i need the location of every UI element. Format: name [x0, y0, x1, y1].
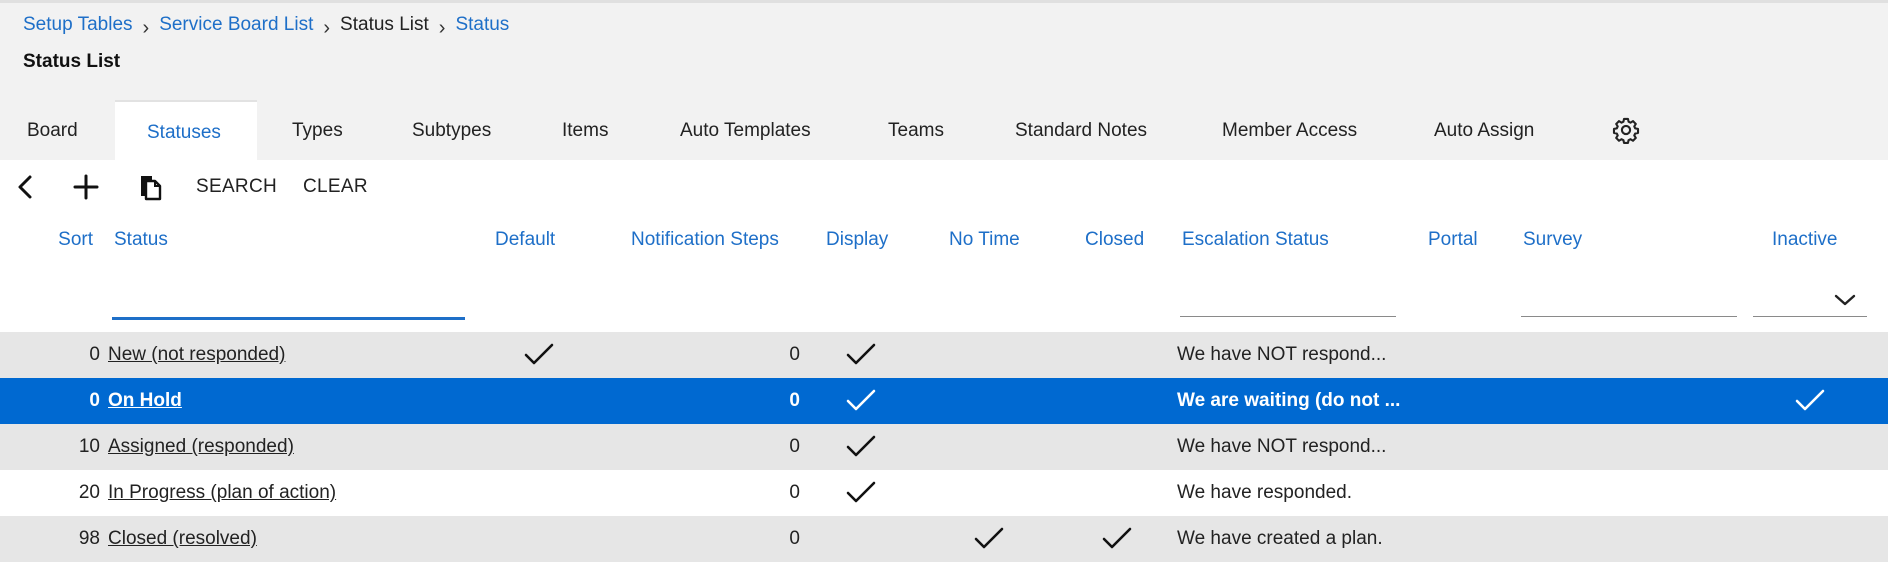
- inactive-filter-select[interactable]: [1753, 283, 1867, 317]
- escalation-status-value: We have responded.: [1177, 482, 1352, 503]
- tab-board[interactable]: Board: [27, 120, 78, 142]
- tab-statuses-label: Statuses: [147, 122, 221, 143]
- toolbar: [0, 160, 1888, 212]
- breadcrumb-status-list: Status List: [340, 13, 429, 35]
- column-header-sort[interactable]: Sort: [36, 229, 93, 251]
- checkmark-icon: [846, 481, 876, 503]
- gear-icon[interactable]: [1612, 116, 1640, 144]
- tab-teams[interactable]: Teams: [888, 120, 944, 142]
- table-row[interactable]: 10 Assigned (responded) 0 We have NOT respo…: [0, 424, 1888, 470]
- checkmark-icon: [1795, 389, 1825, 411]
- tab-standard-notes[interactable]: Standard Notes: [1015, 120, 1147, 142]
- column-header-survey[interactable]: Survey: [1523, 229, 1582, 251]
- table-row[interactable]: 98 Closed (resolved) 0 We have created a pl…: [0, 516, 1888, 562]
- escalation-status-value: We have created a plan.: [1177, 528, 1383, 549]
- column-header-escalation-status[interactable]: Escalation Status: [1182, 229, 1329, 251]
- escalation-status-value: We have NOT respond...: [1177, 436, 1387, 457]
- status-link[interactable]: In Progress (plan of action): [108, 470, 336, 516]
- checkmark-icon: [846, 389, 876, 411]
- back-chevron-icon[interactable]: [10, 171, 42, 203]
- checkmark-icon: [524, 343, 554, 365]
- sort-value: 10: [78, 436, 100, 457]
- checkmark-icon: [974, 527, 1004, 549]
- breadcrumb-service-board-list[interactable]: Service Board List: [159, 14, 313, 36]
- column-header-inactive[interactable]: Inactive: [1772, 229, 1837, 251]
- column-header-notification-steps[interactable]: Notification Steps: [631, 229, 779, 251]
- add-plus-icon[interactable]: [70, 171, 102, 203]
- notification-steps-value: 0: [789, 390, 800, 411]
- tab-statuses[interactable]: Statuses: [115, 100, 257, 160]
- tab-types[interactable]: Types: [292, 120, 343, 142]
- column-header-no-time[interactable]: No Time: [949, 229, 1020, 251]
- inactive-filter-underline: [1753, 316, 1867, 317]
- breadcrumb-separator-icon: ›: [438, 17, 446, 39]
- table-row[interactable]: 0 New (not responded) 0 We have NOT respond…: [0, 332, 1888, 378]
- page-title: Status List: [23, 51, 121, 72]
- notification-steps-value: 0: [789, 482, 800, 503]
- tab-member-access[interactable]: Member Access: [1222, 120, 1357, 142]
- sort-value: 98: [78, 528, 100, 549]
- checkmark-icon: [846, 343, 876, 365]
- column-header-display[interactable]: Display: [826, 229, 888, 251]
- breadcrumb-status[interactable]: Status: [455, 14, 509, 36]
- survey-filter-input[interactable]: [1521, 283, 1737, 317]
- checkmark-icon: [846, 435, 876, 457]
- table-row[interactable]: 20 In Progress (plan of action) 0 We have r…: [0, 470, 1888, 516]
- sort-value: 0: [89, 344, 100, 365]
- column-header-default[interactable]: Default: [495, 229, 555, 251]
- status-filter-input[interactable]: [112, 280, 465, 320]
- escalation-filter-underline: [1180, 316, 1396, 317]
- tab-auto-assign[interactable]: Auto Assign: [1434, 120, 1534, 142]
- tab-subtypes[interactable]: Subtypes: [412, 120, 491, 142]
- escalation-status-value: We are waiting (do not ...: [1177, 390, 1401, 411]
- breadcrumb: Setup Tables › Service Board List › Stat…: [23, 13, 509, 40]
- escalation-filter-input[interactable]: [1180, 283, 1396, 317]
- clear-button[interactable]: CLEAR: [303, 176, 368, 198]
- table-row[interactable]: 0 On Hold 0 We are waiting (do not ...: [0, 378, 1888, 424]
- tab-items[interactable]: Items: [562, 120, 608, 142]
- status-link[interactable]: On Hold: [108, 378, 182, 424]
- chevron-down-icon: [1834, 294, 1856, 306]
- status-link[interactable]: Assigned (responded): [108, 424, 294, 470]
- column-header-closed[interactable]: Closed: [1085, 229, 1144, 251]
- notification-steps-value: 0: [789, 528, 800, 549]
- survey-filter-underline: [1521, 316, 1737, 317]
- breadcrumb-setup-tables[interactable]: Setup Tables: [23, 14, 133, 36]
- breadcrumb-separator-icon: ›: [142, 17, 150, 39]
- escalation-status-value: We have NOT respond...: [1177, 344, 1387, 365]
- copy-icon[interactable]: [134, 171, 166, 203]
- column-header-portal[interactable]: Portal: [1428, 229, 1478, 251]
- sort-value: 20: [78, 482, 100, 503]
- checkmark-icon: [1102, 527, 1132, 549]
- sort-value: 0: [89, 390, 100, 411]
- notification-steps-value: 0: [789, 344, 800, 365]
- notification-steps-value: 0: [789, 436, 800, 457]
- tab-auto-templates[interactable]: Auto Templates: [680, 120, 811, 142]
- status-link[interactable]: New (not responded): [108, 332, 285, 378]
- column-header-status[interactable]: Status: [114, 229, 168, 251]
- status-link[interactable]: Closed (resolved): [108, 516, 257, 562]
- breadcrumb-separator-icon: ›: [323, 17, 331, 39]
- search-button[interactable]: SEARCH: [196, 176, 277, 198]
